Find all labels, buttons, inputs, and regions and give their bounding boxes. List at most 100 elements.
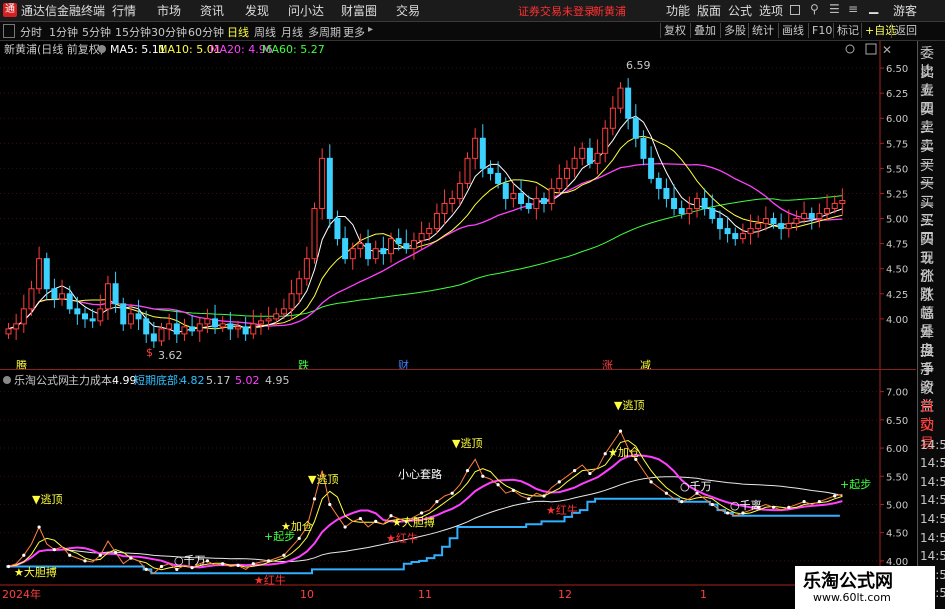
price-dot bbox=[282, 553, 286, 557]
short-bottom-label: 短期底部: bbox=[134, 373, 182, 387]
panel-toggle-icon[interactable] bbox=[3, 24, 15, 38]
watermark-url: www.60lt.com bbox=[813, 591, 891, 604]
x-label-1: 1 bbox=[700, 588, 707, 600]
menu-gongshi[interactable]: 公式 bbox=[728, 2, 752, 19]
price-dot bbox=[542, 494, 546, 498]
app-logo-icon: 通 bbox=[3, 3, 17, 17]
menu-shichang[interactable]: 市场 bbox=[157, 2, 181, 19]
guest-label[interactable]: 游客 bbox=[893, 2, 917, 19]
btn-duogu[interactable]: 多股 bbox=[720, 23, 749, 38]
candle-body bbox=[196, 323, 203, 332]
candle-body bbox=[762, 218, 769, 225]
sidebar-item[interactable]: 14:56 bbox=[920, 454, 945, 472]
sidebar-item[interactable]: 14:56 bbox=[920, 547, 945, 565]
period-daily[interactable]: 日线 bbox=[227, 24, 249, 40]
period-fenshi[interactable]: 分时 bbox=[20, 24, 42, 40]
menu-banmian[interactable]: 版面 bbox=[697, 2, 721, 19]
date-axis: 2024年 10 11 12 1 bbox=[2, 587, 707, 600]
period-60min[interactable]: 60分钟 bbox=[188, 24, 224, 40]
signal-qianwan-1: ○千万 bbox=[174, 554, 206, 567]
price-dot bbox=[312, 497, 317, 501]
period-1min[interactable]: 1分钟 bbox=[49, 24, 78, 40]
menu-xuanxiang[interactable]: 选项 bbox=[759, 2, 783, 19]
y-tick-label: 5.25 bbox=[886, 189, 908, 200]
btn-diejia[interactable]: 叠加 bbox=[690, 23, 719, 38]
minimize-icon[interactable]: ▁ bbox=[869, 0, 878, 14]
menu-jiaoyi[interactable]: 交易 bbox=[396, 2, 420, 19]
btn-fuquan[interactable]: 复权 bbox=[660, 23, 689, 38]
settings-icon[interactable]: ☰ bbox=[829, 2, 840, 16]
ma60-label: MA60: 5.27 bbox=[262, 43, 325, 56]
candle-body bbox=[388, 238, 394, 255]
candle-body bbox=[166, 323, 173, 330]
settings-gear-icon[interactable] bbox=[845, 44, 855, 54]
indicator-lines bbox=[6, 429, 843, 575]
main-cost-label: 主力成本: bbox=[68, 373, 116, 387]
period-monthly[interactable]: 月线 bbox=[281, 24, 303, 40]
y-tick-label: 5.50 bbox=[886, 472, 908, 483]
ma60-path bbox=[8, 195, 843, 330]
expand-icon[interactable] bbox=[3, 376, 11, 384]
menu-icon[interactable]: ≡ bbox=[848, 2, 858, 16]
candle-body bbox=[716, 218, 723, 230]
menu-zixun[interactable]: 资讯 bbox=[200, 2, 224, 19]
price-dot bbox=[175, 567, 179, 571]
btn-biaoji[interactable]: 标记 bbox=[833, 23, 862, 38]
price-dot bbox=[22, 553, 26, 557]
ma10-path bbox=[8, 135, 843, 330]
maximize-icon[interactable] bbox=[865, 43, 877, 55]
y-tick-label: 4.50 bbox=[886, 529, 908, 540]
period-weekly[interactable]: 周线 bbox=[254, 24, 276, 40]
period-multi[interactable]: 多周期 bbox=[308, 24, 341, 40]
indicator-chart[interactable]: 7.006.506.005.505.004.504.00 乐淘公式网 主力成本:… bbox=[0, 370, 916, 600]
period-5min[interactable]: 5分钟 bbox=[82, 24, 111, 40]
sidebar-item[interactable]: 14:56 bbox=[920, 491, 945, 509]
btn-tongji[interactable]: 统计 bbox=[748, 23, 777, 38]
candle-body bbox=[173, 323, 180, 335]
sidebar-item[interactable]: 14:56 bbox=[920, 510, 945, 528]
expand-icon[interactable] bbox=[98, 45, 106, 53]
candlestick-chart[interactable]: 6.50 6.25 6.00 5.75 5.50 5.25 5.00 4.75 4.50 4.25… bbox=[0, 41, 916, 369]
menu-hangqing[interactable]: 行情 bbox=[112, 2, 136, 19]
sidebar-item[interactable]: 14:56 bbox=[920, 473, 945, 491]
chart-title: 新黄浦(日线 前复权) bbox=[4, 42, 104, 56]
y-tick-label: 5.50 bbox=[886, 164, 908, 175]
period-more[interactable]: 更多 bbox=[343, 24, 365, 40]
candle-body bbox=[104, 283, 111, 310]
price-dot bbox=[297, 536, 301, 540]
candle-body bbox=[227, 323, 234, 330]
marker-jian: 减 bbox=[640, 359, 651, 369]
candle-body bbox=[701, 197, 708, 210]
pin-icon[interactable]: ⚲ bbox=[810, 2, 819, 16]
btn-back[interactable]: 返回 bbox=[891, 23, 920, 38]
candle-body bbox=[625, 87, 632, 119]
btn-f10[interactable]: F10 bbox=[808, 23, 835, 38]
screenshot-icon[interactable] bbox=[790, 5, 800, 15]
y-tick-label: 4.25 bbox=[886, 290, 908, 301]
candle-body bbox=[127, 313, 134, 325]
menu-faxian[interactable]: 发现 bbox=[245, 2, 269, 19]
sidebar-item[interactable]: 14:56 bbox=[920, 529, 945, 547]
candle-body bbox=[189, 326, 196, 332]
candle-body bbox=[273, 313, 280, 320]
price-dot bbox=[98, 553, 102, 557]
price-dot bbox=[129, 556, 133, 560]
sidebar-item[interactable]: 14:56 bbox=[920, 436, 945, 454]
price-dot bbox=[37, 525, 41, 529]
menu-wenxiaoda[interactable]: 问小达 bbox=[288, 2, 324, 19]
more-chevron-icon[interactable]: ▸ bbox=[368, 24, 373, 35]
candle-body bbox=[112, 283, 119, 305]
login-warning[interactable]: 证券交易未登录 bbox=[518, 3, 595, 19]
signal-qianwan-2: ○千万 bbox=[680, 480, 712, 493]
close-icon[interactable]: ✕ bbox=[882, 43, 892, 57]
btn-huaxian[interactable]: 画线 bbox=[778, 23, 807, 38]
candle-body bbox=[418, 233, 425, 242]
period-30min[interactable]: 30分钟 bbox=[151, 24, 187, 40]
candle-body bbox=[640, 137, 647, 159]
menu-caifuquan[interactable]: 财富圈 bbox=[341, 2, 377, 19]
price-dot bbox=[144, 567, 148, 571]
menu-gongneng[interactable]: 功能 bbox=[666, 2, 690, 19]
candle-body bbox=[135, 313, 142, 320]
period-15min[interactable]: 15分钟 bbox=[115, 24, 151, 40]
price-dot bbox=[787, 505, 791, 509]
